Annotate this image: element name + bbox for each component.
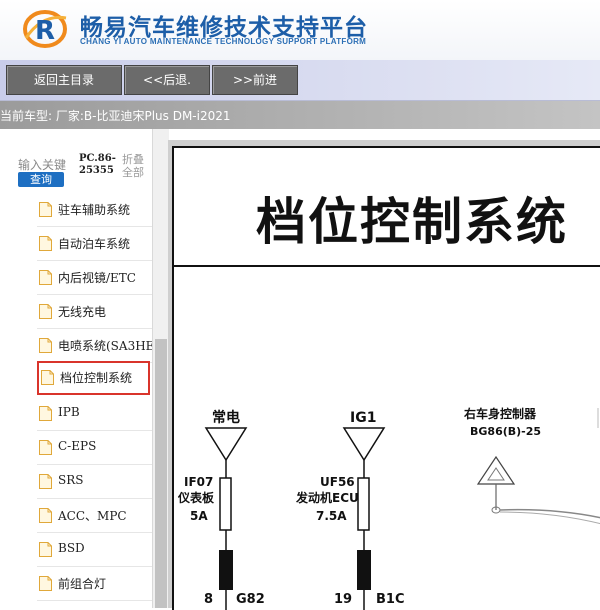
col2-fuse-rating: 7.5A [316,509,347,523]
app-header: R 畅易汽车维修技术支持平台 CHANG YI AUTO MAINTENANCE… [0,0,600,60]
tree-item-mirror-etc[interactable]: 内后视镜/ETC [37,261,152,295]
file-icon [39,338,52,353]
file-icon [39,406,52,421]
search-input[interactable]: 输入关键字 [18,156,66,173]
tree-item-auto-parking[interactable]: 自动泊车系统 [37,227,152,261]
file-icon [39,202,52,217]
tree-item-gear-control[interactable]: 档位控制系统 [37,361,150,395]
tree-item-acc-mpc[interactable]: ACC、MPC [37,499,152,533]
tree-item-c-eps[interactable]: C-EPS [37,431,152,465]
file-icon [39,440,52,455]
collapse-all-link[interactable]: 折叠全部 [122,153,148,179]
tree-scrollbar[interactable] [152,129,169,608]
tree-item-label: 电喷系统(SA3HE [58,339,152,353]
tree-item-label: 档位控制系统 [60,371,133,385]
diagram-viewer: 档位控制系统 常电 IF07 仪表板 5A 8 G82 IG1 UF56 发动机… [168,140,600,610]
file-icon [39,508,52,523]
tree-item-label: C-EPS [58,439,97,453]
current-car-text: 当前车型: 厂家:B-比亚迪宋Plus DM-i2021 [0,109,231,123]
file-icon [39,576,52,591]
system-tree: 驻车辅助系统 自动泊车系统 内后视镜/ETC 无线充电 电喷系统(SA3HE 档… [0,193,152,608]
col3-module-label: 右车身控制器 [464,407,537,421]
file-icon [39,236,52,251]
tree-item-srs[interactable]: SRS [37,465,152,499]
col2-fuse-id: UF56 [320,475,355,489]
file-icon [41,370,54,385]
col1-power-label: 常电 [212,410,240,426]
toolbar: 返回主目录 <<后退. >>前进 [0,60,600,101]
tree-item-label: BSD [58,541,85,555]
col1-connector: G82 [236,592,265,607]
col1-pin: 8 [204,592,214,607]
tree-item-label: 前组合灯 [58,577,107,591]
pc-code-label: PC.86-25355 [79,153,116,176]
col2-connector: B1C [376,592,405,607]
tree-item-label: IPB [58,405,80,419]
left-nav-panel: 输入关键字 查询 PC.86-25355 折叠全部 驻车辅助系统 自动泊车系统 … [0,129,169,608]
tree-item-label: 无线充电 [58,305,107,319]
wiring-diagram[interactable]: 档位控制系统 常电 IF07 仪表板 5A 8 G82 IG1 UF56 发动机… [172,146,600,610]
tree-item-ipb[interactable]: IPB [37,397,152,431]
cy-logo-icon: R [23,10,67,48]
back-button[interactable]: <<后退. [124,65,210,95]
tree-item-label: 内后视镜/ETC [58,271,136,285]
svg-text:R: R [35,16,55,46]
return-main-menu-button[interactable]: 返回主目录 [6,65,122,95]
scrollbar-thumb[interactable] [155,339,167,608]
wiring-diagram-drawing [174,265,600,610]
col3-connector: BG86(B)-25 [470,425,542,438]
col1-fuse-id: IF07 [184,475,214,489]
col2-fuse-location: 发动机ECU [296,491,359,505]
tree-item-efi-system[interactable]: 电喷系统(SA3HE [37,329,152,363]
file-icon [39,474,52,489]
forward-button[interactable]: >>前进 [212,65,298,95]
col2-pin: 19 [334,592,353,607]
file-icon [39,304,52,319]
tree-item-bsd[interactable]: BSD [37,533,152,567]
query-button[interactable]: 查询 [18,172,64,187]
tree-item-headlamp[interactable]: 前组合灯 [37,567,152,601]
file-icon [39,542,52,557]
tree-item-label: SRS [58,473,84,487]
tree-item-label: ACC、MPC [58,509,127,523]
file-icon [39,270,52,285]
col2-power-label: IG1 [350,410,377,426]
col1-fuse-location: 仪表板 [178,491,215,505]
col1-fuse-rating: 5A [190,509,208,523]
current-car-bar: 当前车型: 厂家:B-比亚迪宋Plus DM-i2021 [0,101,600,129]
tree-item-parking-assist[interactable]: 驻车辅助系统 [37,193,152,227]
tree-item-wireless-charging[interactable]: 无线充电 [37,295,152,329]
tree-item-label: 自动泊车系统 [58,237,131,251]
brand-subtitle: CHANG YI AUTO MAINTENANCE TECHNOLOGY SUP… [80,37,367,46]
tree-item-label: 驻车辅助系统 [58,203,131,217]
